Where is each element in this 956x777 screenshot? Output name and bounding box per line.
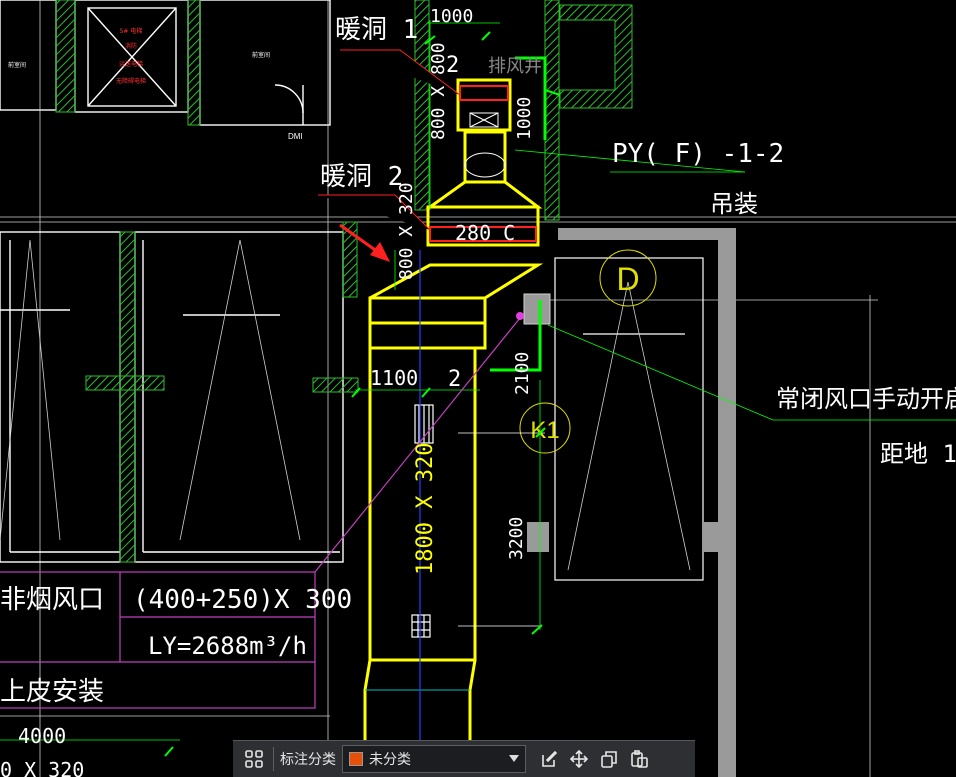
- move-icon[interactable]: [564, 744, 594, 774]
- dim-1100: 1100: [370, 366, 418, 390]
- dim-1000-top: 1000: [430, 6, 473, 27]
- label-vent-hole-2: 暖洞 2: [320, 162, 403, 192]
- label-height: 距地 1.3: [880, 440, 956, 468]
- wall-hatch-bay-bottom-1: [85, 375, 165, 391]
- label-exhaust: 排风井: [488, 56, 542, 77]
- category-select[interactable]: 未分类: [342, 745, 526, 773]
- table-cell-r1c2: (400+250)X 300: [133, 585, 352, 615]
- elevator-line-1: 5# 电梯: [120, 27, 143, 35]
- copy-icon[interactable]: [594, 744, 624, 774]
- category-color-swatch: [349, 752, 363, 766]
- grid-icon[interactable]: [239, 744, 269, 774]
- dim-280: 280 C: [455, 221, 515, 245]
- edit-icon[interactable]: [534, 744, 564, 774]
- wall-hatch-top-mid: [187, 0, 201, 126]
- label-equipment-tag: PY( F) -1-2: [612, 139, 784, 169]
- dim-800x320: 800 X 320: [396, 182, 417, 280]
- dim-4000: 4000: [18, 724, 66, 748]
- room-label-left: 前室间: [8, 61, 26, 69]
- table-cell-r3c1: 上皮安装: [0, 677, 104, 707]
- label-hanging: 吊装: [710, 190, 758, 218]
- dim-800x800: 800 X 800: [428, 42, 449, 140]
- label-normally-closed: 常闭风口手动开启装: [776, 385, 956, 413]
- grid-bubble-k1-label: K1: [530, 417, 559, 444]
- toolbar-divider: [273, 747, 274, 771]
- top-left-rooms: [0, 0, 331, 126]
- dim-1000-right: 1000: [514, 97, 535, 140]
- category-value: 未分类: [369, 751, 411, 767]
- chevron-down-icon: [509, 755, 519, 762]
- table-cell-r2c2: LY=2688m³/h: [148, 632, 307, 660]
- annotation-toolbar: 标注分类 未分类: [233, 740, 695, 777]
- parking-bays: [0, 231, 344, 563]
- label-vent-hole-1: 暖洞 1: [335, 15, 418, 45]
- dim-2100: 2100: [512, 352, 533, 395]
- table-cell-r1c1: 非烟风口: [0, 585, 104, 615]
- paste-icon[interactable]: [624, 744, 654, 774]
- dim-3200: 3200: [506, 517, 527, 560]
- door-tag: DMI: [288, 132, 303, 141]
- cad-drawing-canvas[interactable]: 5# 电梯 消防 运送电梯 无障碍电梯 前室间 前室间 DMI D K1 暖洞 …: [0, 0, 956, 777]
- elevator-line-3: 运送电梯: [119, 60, 143, 68]
- elevator-line-2: 消防: [125, 42, 137, 50]
- dim-bottom-left: 0 X 320: [0, 758, 84, 777]
- damper-red-top: [459, 85, 509, 101]
- wall-hatch-shaft-top-right: [559, 4, 633, 109]
- dim-2-mid: 2: [448, 367, 461, 392]
- right-column: [523, 228, 736, 777]
- category-label: 标注分类: [280, 751, 336, 767]
- elevator-line-4: 无障碍电梯: [116, 77, 146, 85]
- grid-bubble-d-label: D: [616, 261, 639, 297]
- fan-symbol: [464, 112, 506, 178]
- wall-hatch-bay-bottom-2: [312, 377, 359, 393]
- room-label-mid: 前室间: [252, 51, 270, 59]
- wall-hatch-left-bay: [119, 231, 136, 563]
- wall-hatch-top-left: [55, 0, 76, 113]
- dim-1800x320: 1800 X 320: [413, 443, 438, 575]
- wall-hatch-shaft-2: [544, 0, 560, 221]
